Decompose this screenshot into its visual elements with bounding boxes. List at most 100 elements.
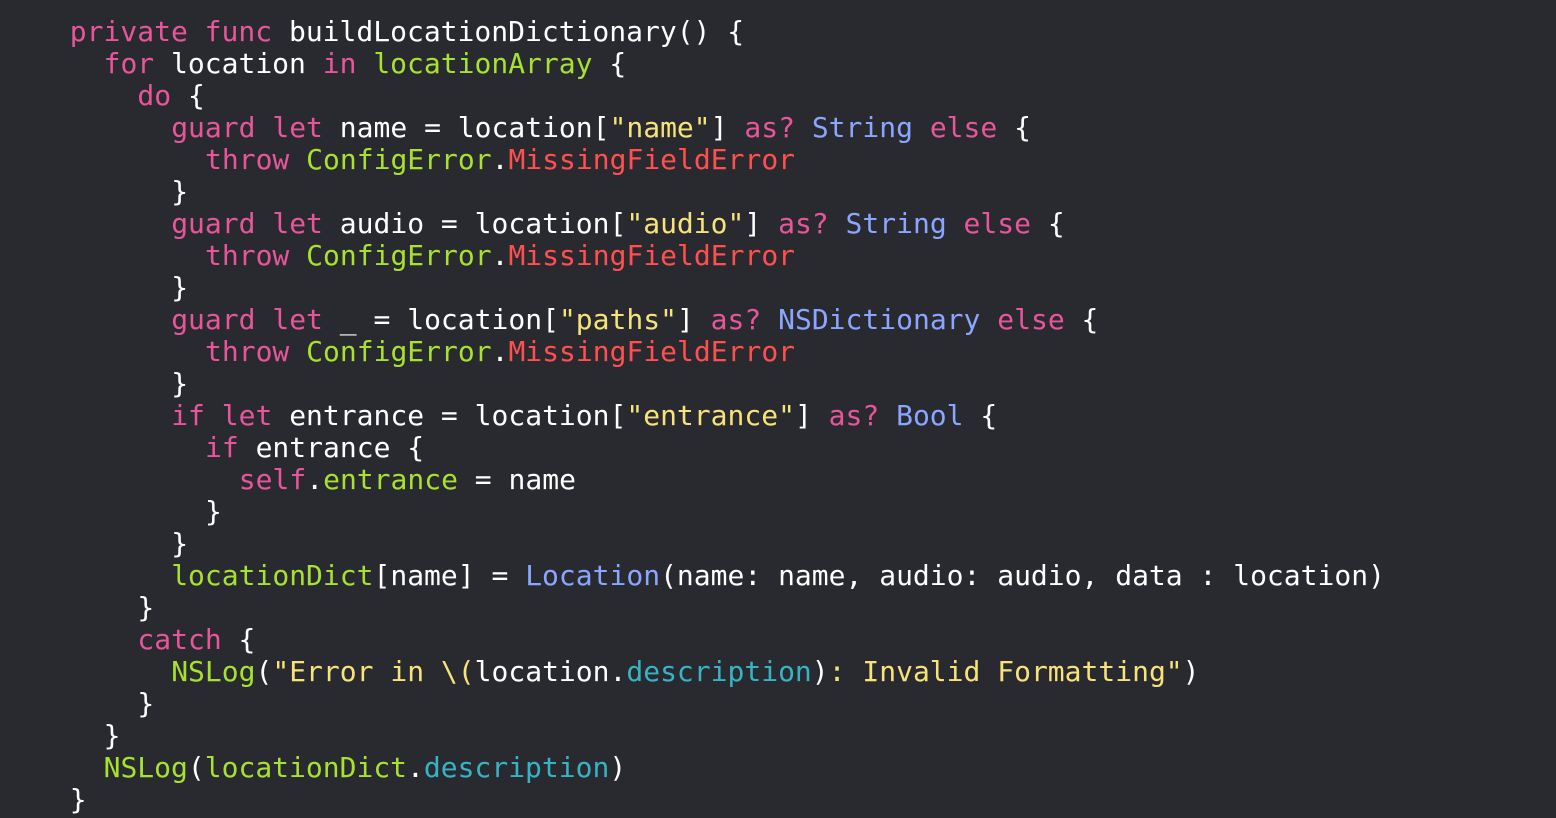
code-line: NSLog(locationDict.description) (104, 752, 627, 784)
code-line: } (205, 496, 222, 528)
code-token: let (272, 111, 323, 144)
code-token: as? (828, 399, 880, 432)
code-line: throw ConfigError.MissingFieldError (205, 240, 795, 272)
code-token: Bool (896, 399, 964, 432)
code-line: } (70, 784, 87, 816)
code-token: "paths" (558, 303, 677, 336)
code-token: String (845, 207, 947, 240)
code-token: { (963, 399, 998, 432)
code-token: (name: name, audio: audio, data : locati… (660, 559, 1385, 592)
code-token: else (929, 111, 998, 144)
code-token: as? (778, 207, 829, 240)
code-token: "Error in \( (272, 655, 475, 688)
code-line: NSLog("Error in \(location.description):… (171, 656, 1199, 688)
code-token: MissingFieldError (508, 335, 796, 368)
code-token: . (306, 463, 324, 496)
code-token: for (103, 47, 155, 80)
code-token: } (171, 271, 189, 304)
code-token: buildLocationDictionary() { (272, 15, 745, 48)
code-token: self (238, 463, 307, 496)
code-token: . (491, 335, 509, 368)
code-token: audio = location[ (322, 207, 627, 240)
code-token: ( (187, 751, 205, 784)
code-token: else (963, 207, 1031, 240)
code-token: . (407, 751, 424, 784)
code-token: ( (255, 655, 273, 688)
code-token: throw (205, 335, 290, 368)
code-token: } (103, 719, 121, 752)
code-token: { (1030, 207, 1065, 240)
code-token: { (171, 79, 205, 112)
code-token: { (592, 47, 627, 80)
code-token: . (491, 143, 509, 176)
code-token: NSLog (171, 655, 256, 688)
code-token: locationDict (204, 751, 408, 784)
code-line: throw ConfigError.MissingFieldError (205, 336, 795, 368)
code-token: { (221, 623, 256, 656)
code-token: private (69, 15, 188, 48)
code-line: do { (137, 80, 204, 112)
code-token: throw (205, 143, 290, 176)
code-token: ) (609, 751, 627, 784)
code-line: private func buildLocationDictionary() { (70, 16, 744, 48)
code-token: ) (811, 655, 829, 688)
code-token: let (272, 207, 323, 240)
code-token: in (322, 47, 357, 80)
code-token: ConfigError (306, 239, 492, 272)
code-editor[interactable]: private func buildLocationDictionary() {… (0, 0, 1556, 818)
code-token: if (171, 399, 205, 432)
code-token: } (137, 687, 155, 720)
code-token: guard (171, 111, 256, 144)
code-token: do (137, 79, 172, 112)
code-line: if let entrance = location["entrance"] a… (171, 400, 997, 432)
code-line: guard let name = location["name"] as? St… (171, 112, 1031, 144)
code-token: NSDictionary (778, 303, 981, 336)
code-token: ) (1182, 655, 1200, 688)
code-token: NSLog (103, 751, 188, 784)
code-token: String (811, 111, 913, 144)
code-token: entrance = location[ (272, 399, 627, 432)
code-token: Location (525, 559, 661, 592)
code-line: for location in locationArray { (104, 48, 627, 80)
code-token: "entrance" (626, 399, 795, 432)
code-token: } (205, 495, 222, 528)
code-line: } (171, 272, 188, 304)
code-token: else (997, 303, 1065, 336)
code-token: } (171, 527, 189, 560)
code-token: ] (744, 207, 779, 240)
code-token: : Invalid Formatting" (828, 655, 1183, 688)
code-token: if (205, 431, 239, 464)
code-token: MissingFieldError (508, 143, 796, 176)
code-token: = name (457, 463, 576, 496)
code-line: } (171, 528, 188, 560)
code-token: "name" (609, 111, 711, 144)
code-token: ] (676, 303, 711, 336)
code-line: } (104, 720, 121, 752)
code-token: locationDict (171, 559, 374, 592)
code-token: ConfigError (306, 143, 492, 176)
code-token: [name] = (373, 559, 526, 592)
code-token: description (423, 751, 610, 784)
code-token: { (1064, 303, 1099, 336)
code-line: } (137, 592, 154, 624)
code-token: as? (744, 111, 795, 144)
code-token: entrance (323, 463, 458, 496)
code-token: MissingFieldError (508, 239, 796, 272)
code-token: } (171, 175, 189, 208)
code-token: _ = location[ (322, 303, 559, 336)
code-token: throw (205, 239, 290, 272)
